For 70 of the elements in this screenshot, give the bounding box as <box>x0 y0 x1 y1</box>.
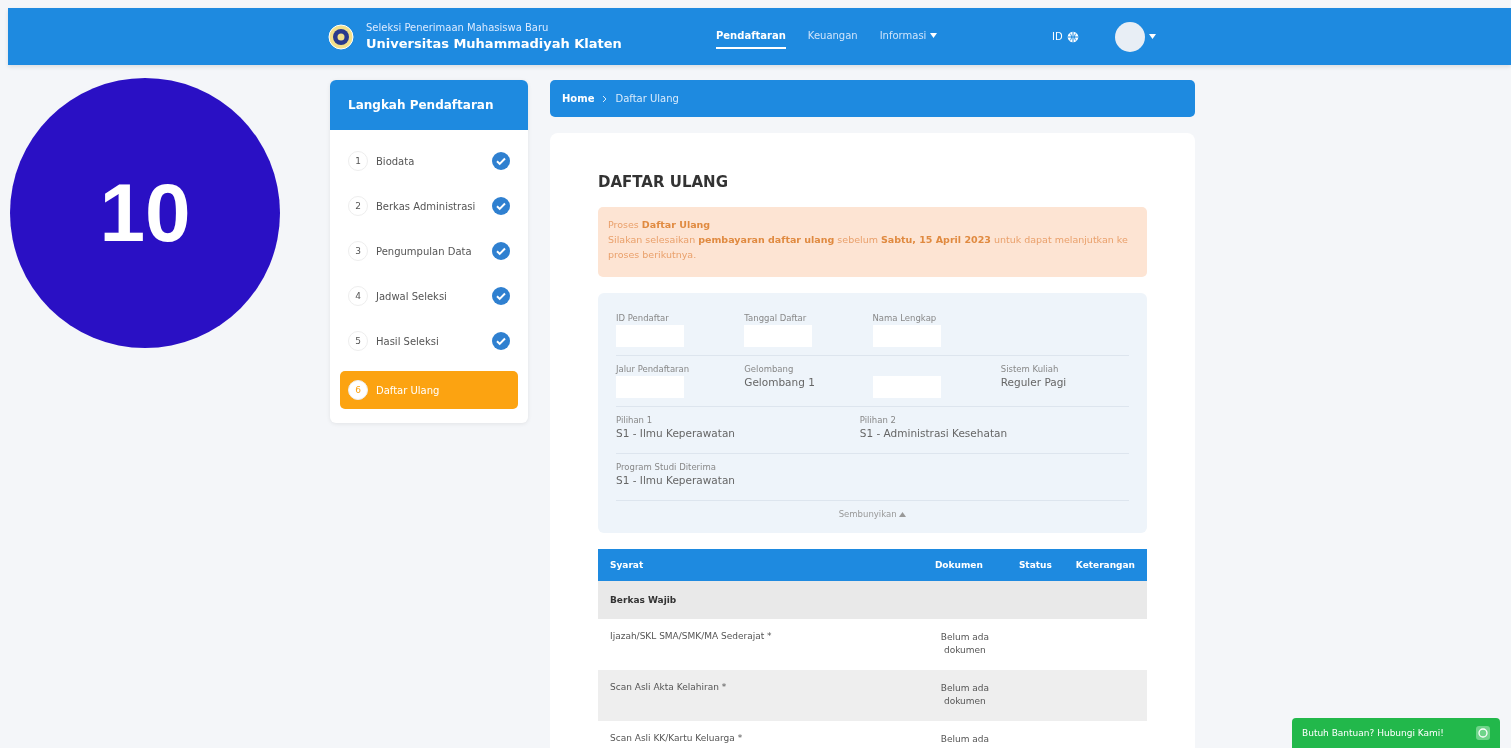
column-header: Status <box>1006 548 1064 581</box>
hide-toggle[interactable]: Sembunyikan <box>838 500 907 527</box>
site-title: Universitas Muhammadiyah Klaten <box>366 36 622 51</box>
table-cell: Scan Asli Akta Kelahiran * <box>598 669 923 721</box>
nav-link[interactable]: Pendaftaran <box>716 24 786 49</box>
check-circle-icon <box>492 242 510 260</box>
site-subtitle: Seleksi Penerimaan Mahasiswa Baru <box>366 22 550 33</box>
nav-link[interactable]: Keuangan <box>807 24 858 49</box>
step-label: Berkas Administrasi <box>376 200 477 212</box>
alert-message: Silakan selesaikan pembayaran daftar ulang sebelum Sabtu, 15 April 2023 untuk dapat melanjutkan ke proses berikutnya. <box>608 233 1129 263</box>
field-label: Tanggal Daftar <box>744 312 808 323</box>
table-cell-text: Belum ada dokumen <box>939 630 991 658</box>
field-label: Gelombang <box>744 363 795 374</box>
field-label: Nama Lengkap <box>872 312 938 323</box>
field-value: S1 - Administrasi Kesehatan <box>859 426 1008 439</box>
table-cell: Scan Asli KK/Kartu Keluarga * <box>598 720 923 748</box>
step-label: Daftar Ulang <box>376 384 441 396</box>
field-label: ID Pendaftar <box>616 312 670 323</box>
step-number: 3 <box>348 241 368 261</box>
globe-icon <box>1066 30 1079 43</box>
step-number: 4 <box>348 286 368 306</box>
column-header: Syarat <box>598 548 923 581</box>
field-value: Reguler Pagi <box>1000 375 1068 388</box>
field-label: Pilihan 1 <box>616 414 654 425</box>
step-item[interactable]: 3 Pengumpulan Data <box>340 236 518 266</box>
page-title: DAFTAR ULANG <box>598 173 729 191</box>
step-label: Pengumpulan Data <box>376 245 473 257</box>
column-header: Dokumen <box>922 548 1007 581</box>
table-cell-text: Belum ada dokumen <box>939 681 991 709</box>
step-item[interactable]: 4 Jadwal Seleksi <box>340 281 518 311</box>
step-number: 1 <box>348 151 368 171</box>
check-circle-icon <box>492 197 510 215</box>
chevron-icon <box>602 94 608 103</box>
table-cell: Ijazah/SKL SMA/SMK/MA Sederajat * <box>598 618 923 670</box>
language-button[interactable]: ID <box>1046 29 1085 44</box>
field-value: Gelombang 1 <box>744 375 816 388</box>
breadcrumb-current: Daftar Ulang <box>615 93 679 104</box>
step-number: 6 <box>348 380 368 400</box>
panel-title: Langkah Pendaftaran <box>330 80 528 130</box>
field-label: Pilihan 2 <box>859 414 897 425</box>
chat-icon <box>1476 726 1490 740</box>
step-number: 2 <box>348 196 368 216</box>
check-circle-icon <box>492 152 510 170</box>
caret-icon[interactable] <box>1148 34 1156 39</box>
step-item[interactable]: 2 Berkas Administrasi <box>340 191 518 221</box>
step-number: 5 <box>348 331 368 351</box>
university-logo <box>328 23 354 50</box>
step-label: Biodata <box>376 155 416 167</box>
column-header: Keterangan <box>1063 548 1147 581</box>
field-value: S1 - Ilmu Keperawatan <box>616 473 736 486</box>
nav-link[interactable]: Informasi <box>879 24 938 49</box>
caret-icon <box>899 511 907 517</box>
step-item[interactable]: 5 Hasil Seleksi <box>340 326 518 356</box>
step-label: Jadwal Seleksi <box>376 290 448 302</box>
field-value: S1 - Ilmu Keperawatan <box>616 426 736 439</box>
breadcrumb-link[interactable]: Home <box>562 93 595 104</box>
field-label: Program Studi Diterima <box>616 461 717 472</box>
help-button[interactable]: Butuh Bantuan? Hubungi Kami! <box>1292 718 1500 748</box>
step-number-badge: 10 <box>10 78 280 348</box>
field-label: Sistem Kuliah <box>1000 363 1060 374</box>
check-circle-icon <box>492 332 510 350</box>
group-label: Berkas Wajib <box>598 580 1147 619</box>
check-circle-icon <box>492 287 510 305</box>
step-label: Hasil Seleksi <box>376 335 440 347</box>
field-label: Jalur Pendaftaran <box>616 363 691 374</box>
avatar[interactable] <box>1114 21 1145 52</box>
table-cell-text: Belum ada <box>939 732 991 746</box>
step-item[interactable]: 1 Biodata <box>340 146 518 176</box>
alert-title: Proses Daftar Ulang <box>608 218 712 232</box>
step-item[interactable]: 6 Daftar Ulang <box>340 371 518 409</box>
